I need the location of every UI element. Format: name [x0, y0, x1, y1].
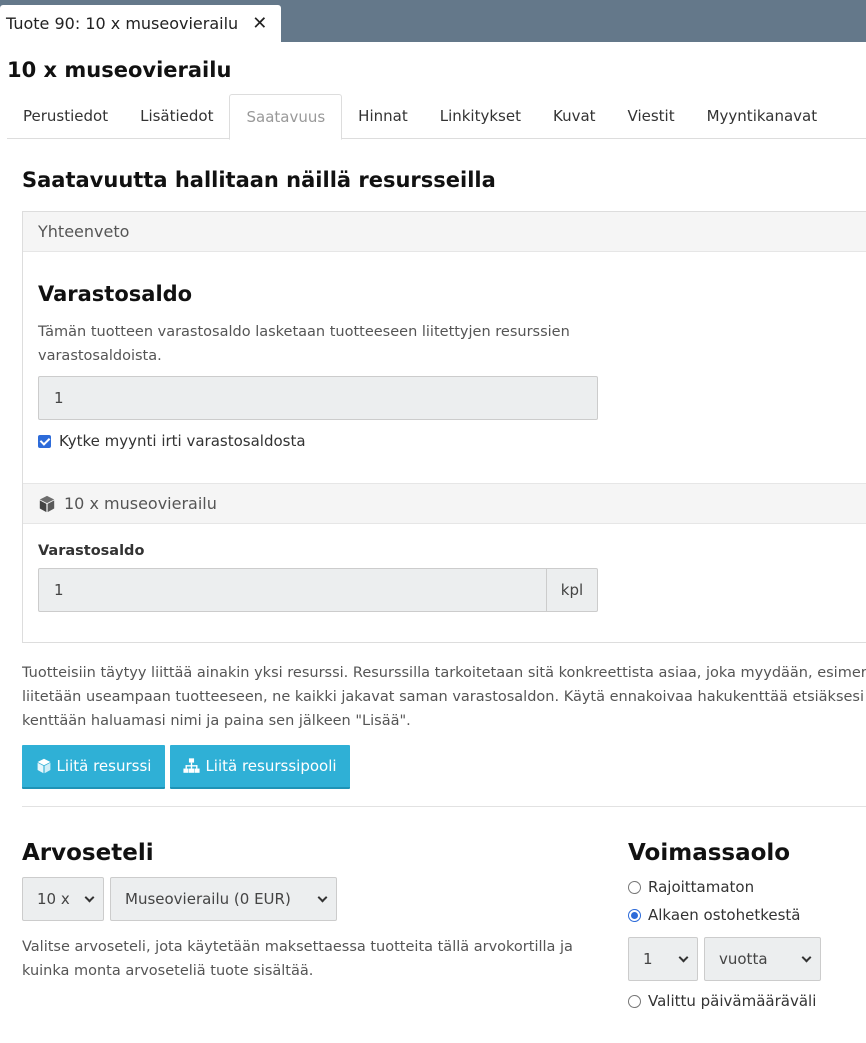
voucher-title: Arvoseteli — [22, 840, 154, 866]
validity-option-from-purchase[interactable]: Alkaen ostohetkestä — [628, 906, 800, 924]
validity-option-label: Valittu päivämääräväli — [648, 992, 817, 1010]
tab-kuvat[interactable]: Kuvat — [537, 94, 612, 139]
validity-option-label: Rajoittamaton — [648, 878, 755, 896]
document-tab-title: Tuote 90: 10 x museovierailu — [6, 14, 239, 33]
decouple-checkbox[interactable] — [38, 434, 51, 448]
radio-button[interactable] — [628, 880, 641, 894]
resource-stock-label: Varastosaldo — [38, 543, 145, 559]
voucher-count-value: 10 x — [37, 890, 70, 908]
document-tab[interactable]: Tuote 90: 10 x museovierailu ✕ — [0, 5, 281, 42]
voucher-help-text: Valitse arvoseteli, jota käytetään makse… — [22, 939, 573, 979]
chevron-down-icon — [84, 892, 95, 903]
tab-linkitykset[interactable]: Linkitykset — [424, 94, 537, 139]
close-icon[interactable]: ✕ — [252, 13, 267, 34]
summary-body: Varastosaldo Tämän tuotteen varastosaldo… — [23, 252, 866, 478]
chevron-down-icon — [678, 952, 689, 963]
chevron-down-icon — [801, 952, 812, 963]
resource-heading: 10 x museovierailu — [23, 483, 866, 524]
page-title: 10 x museovierailu — [7, 58, 232, 82]
voucher-select[interactable]: Museovierailu (0 EUR) — [110, 877, 337, 921]
resource-stock-value: 1 — [38, 568, 547, 612]
validity-amount-value: 1 — [643, 950, 653, 968]
validity-option-date-range[interactable]: Valittu päivämääräväli — [628, 992, 816, 1010]
radio-button[interactable] — [628, 994, 641, 1008]
attach-resource-pool-label: Liitä resurssipooli — [205, 757, 337, 775]
validity-option-unlimited[interactable]: Rajoittamaton — [628, 878, 754, 896]
resource-help-text: Tuotteisiin täytyy liittää ainakin yksi … — [22, 661, 866, 733]
help-line: liitetään useampaan tuotteeseen, ne kaik… — [22, 689, 866, 705]
window-tab-bar: Tuote 90: 10 x museovierailu ✕ — [0, 0, 866, 42]
help-line: Tuotteisiin täytyy liittää ainakin yksi … — [22, 665, 866, 681]
tab-perustiedot[interactable]: Perustiedot — [7, 94, 124, 139]
resource-name: 10 x museovierailu — [64, 494, 217, 513]
stock-value-field: 1 — [38, 376, 598, 420]
radio-button[interactable] — [628, 908, 641, 922]
availability-title: Saatavuutta hallitaan näillä resursseill… — [22, 168, 496, 192]
voucher-count-select[interactable]: 10 x — [22, 877, 104, 921]
attach-resource-button[interactable]: Liitä resurssi — [22, 745, 165, 789]
availability-panel: Yhteenveto Varastosaldo Tämän tuotteen v… — [22, 211, 866, 643]
section-divider — [22, 806, 866, 807]
validity-amount-select[interactable]: 1 — [628, 937, 698, 981]
validity-unit-value: vuotta — [719, 950, 768, 968]
validity-title: Voimassaolo — [628, 840, 791, 866]
stock-title: Varastosaldo — [38, 282, 193, 306]
tab-saatavuus[interactable]: Saatavuus — [229, 94, 343, 140]
tab-myyntikanavat[interactable]: Myyntikanavat — [691, 94, 834, 139]
tab-hinnat[interactable]: Hinnat — [342, 94, 424, 139]
resource-stock-unit: kpl — [547, 568, 598, 612]
tab-viestit[interactable]: Viestit — [612, 94, 691, 139]
attach-resource-label: Liitä resurssi — [56, 757, 152, 775]
voucher-value: Museovierailu (0 EUR) — [125, 890, 291, 908]
attach-resource-pool-button[interactable]: Liitä resurssipooli — [170, 745, 350, 789]
help-line: kenttään haluamasi nimi ja paina sen jäl… — [22, 713, 411, 729]
product-tabs: Perustiedot Lisätiedot Saatavuus Hinnat … — [7, 94, 866, 140]
chevron-down-icon — [317, 892, 328, 903]
summary-heading: Yhteenveto — [23, 212, 866, 252]
validity-option-label: Alkaen ostohetkestä — [648, 906, 801, 924]
validity-unit-select[interactable]: vuotta — [704, 937, 821, 981]
cube-icon — [37, 758, 50, 774]
stock-description: Tämän tuotteen varastosaldo lasketaan tu… — [38, 324, 570, 364]
sitemap-icon — [183, 758, 201, 773]
decouple-checkbox-row: Kytke myynti irti varastosaldosta — [38, 432, 306, 450]
tab-lisatiedot[interactable]: Lisätiedot — [124, 94, 229, 139]
cube-icon — [39, 495, 55, 512]
resource-stock-field: 1 kpl — [38, 568, 598, 612]
decouple-label[interactable]: Kytke myynti irti varastosaldosta — [59, 432, 306, 450]
